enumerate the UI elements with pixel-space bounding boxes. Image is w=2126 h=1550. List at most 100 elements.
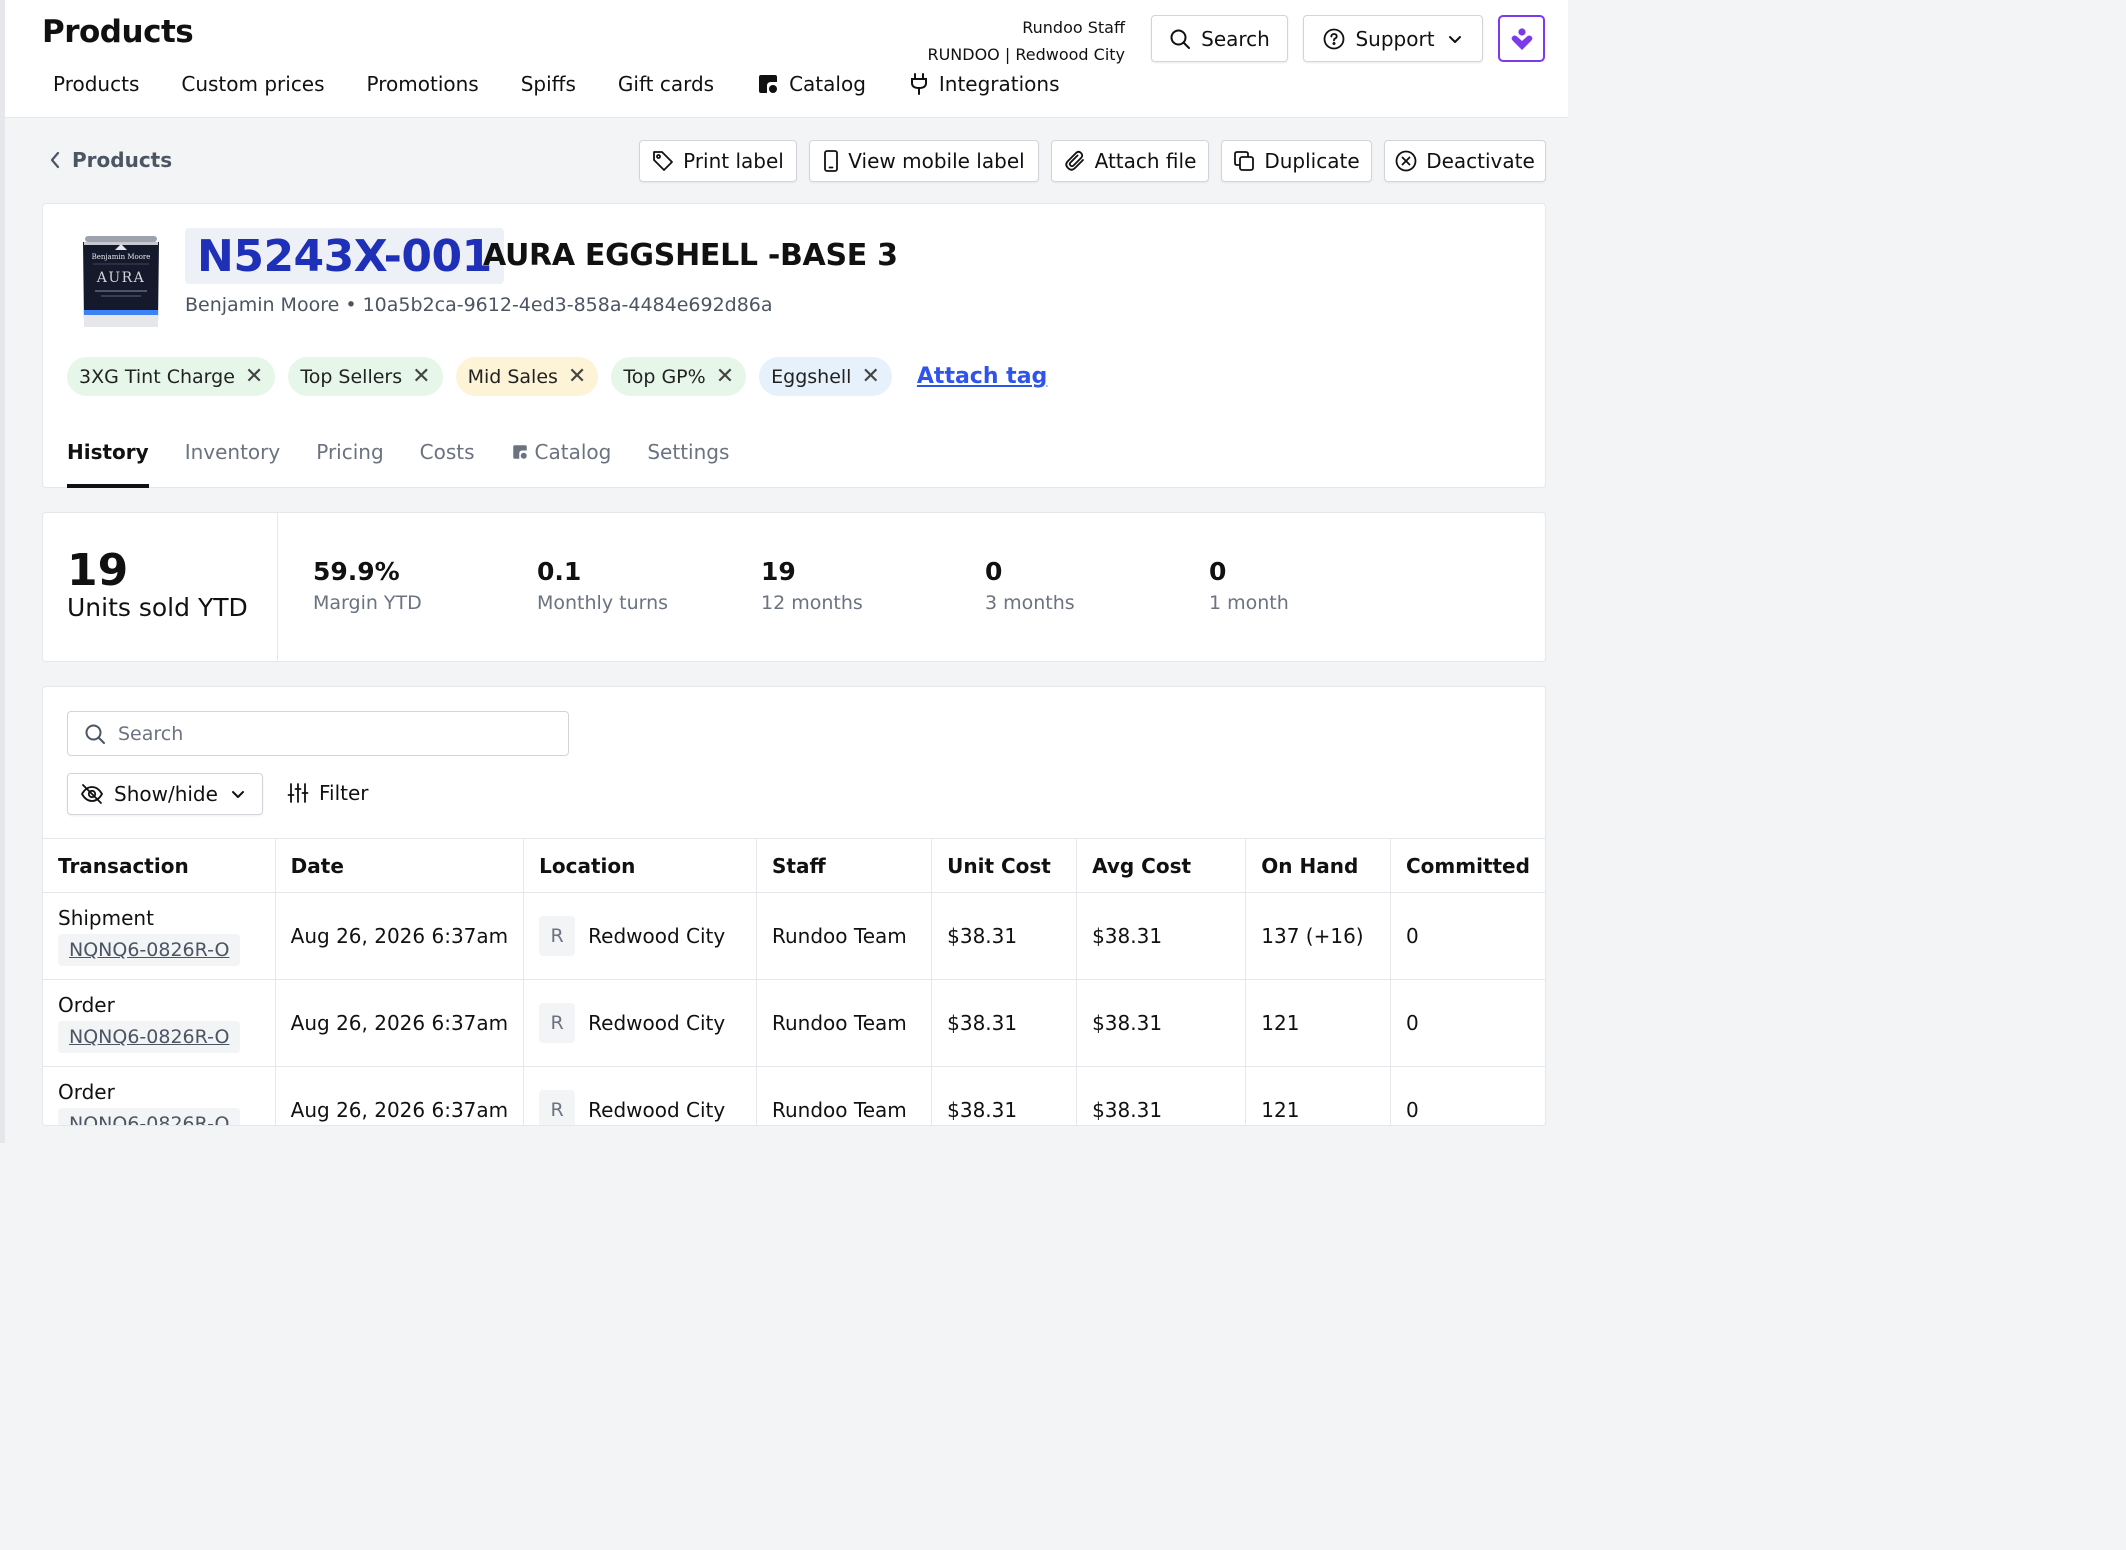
tab-history[interactable]: History <box>67 436 149 489</box>
meta-separator: • <box>339 294 363 316</box>
nav-label: Catalog <box>789 72 866 96</box>
stat-1-month: 0 1 month <box>1209 557 1289 614</box>
transaction-type: Order <box>58 993 115 1017</box>
cell-on-hand: 137 (+16) <box>1245 892 1391 980</box>
remove-tag-icon[interactable]: ✕ <box>245 365 263 388</box>
show-hide-label: Show/hide <box>114 782 218 806</box>
help-circle-icon <box>1324 28 1345 49</box>
tab-inventory[interactable]: Inventory <box>185 436 281 489</box>
stat-label: 1 month <box>1209 592 1289 614</box>
filter-button[interactable]: Filter <box>287 781 369 805</box>
stat-label: Units sold YTD <box>67 593 248 622</box>
tag-top-gp: Top GP% ✕ <box>611 357 747 396</box>
search-input[interactable] <box>118 722 558 745</box>
stat-label: 12 months <box>761 592 863 614</box>
remove-tag-icon[interactable]: ✕ <box>568 365 586 388</box>
show-hide-dropdown[interactable]: Show/hide <box>67 773 263 815</box>
cell-date: Aug 26, 2026 6:37am <box>274 892 525 980</box>
catalog-icon <box>759 75 778 93</box>
column-header-staff[interactable]: Staff <box>755 838 933 893</box>
tab-costs[interactable]: Costs <box>420 436 475 489</box>
cell-staff: Rundoo Team <box>755 1066 933 1125</box>
location-initial-badge: R <box>539 1003 576 1043</box>
nav-item-gift-cards[interactable]: Gift cards <box>618 72 714 96</box>
cell-on-hand: 121 <box>1245 979 1391 1067</box>
attach-file-button[interactable]: Attach file <box>1051 140 1209 182</box>
duplicate-button[interactable]: Duplicate <box>1221 140 1372 182</box>
product-image: Benjamin Moore AURA <box>83 236 159 327</box>
filter-label: Filter <box>319 781 369 805</box>
action-label: Duplicate <box>1264 149 1360 173</box>
stats-card: 19 Units sold YTD 59.9% Margin YTD 0.1 M… <box>42 512 1546 662</box>
attach-tag-link[interactable]: Attach tag <box>917 364 1047 389</box>
sku-badge: N5243X-001 <box>185 228 504 284</box>
product-tabs: History Inventory Pricing Costs Catalog … <box>67 436 765 489</box>
tab-pricing[interactable]: Pricing <box>316 436 383 489</box>
tag-list: 3XG Tint Charge ✕ Top Sellers ✕ Mid Sale… <box>67 357 1047 396</box>
top-header: Products Products Custom prices Promotio… <box>5 0 1568 118</box>
breadcrumb-back[interactable]: Products <box>48 148 172 172</box>
table-row: Order NQNQ6-0826R-O Aug 26, 2026 6:37am … <box>43 979 1545 1067</box>
transaction-id-link[interactable]: NQNQ6-0826R-O <box>58 934 241 966</box>
column-header-on-hand[interactable]: On Hand <box>1245 838 1391 893</box>
tab-catalog[interactable]: Catalog <box>511 436 612 489</box>
tag-3xg-tint-charge: 3XG Tint Charge ✕ <box>67 357 276 396</box>
product-meta: Benjamin Moore • 10a5b2ca-9612-4ed3-858a… <box>185 294 773 316</box>
print-label-button[interactable]: Print label <box>639 140 797 182</box>
table-header-row: Transaction Date Location Staff Unit Cos… <box>43 838 1545 893</box>
column-header-location[interactable]: Location <box>523 838 757 893</box>
left-edge <box>0 0 5 1143</box>
nav-item-promotions[interactable]: Promotions <box>367 72 479 96</box>
deactivate-button[interactable]: Deactivate <box>1384 140 1546 182</box>
cell-transaction: Shipment NQNQ6-0826R-O <box>43 892 276 980</box>
search-button[interactable]: Search <box>1151 15 1288 62</box>
tag-label: Top Sellers <box>300 365 403 388</box>
nav-item-integrations[interactable]: Integrations <box>908 72 1060 96</box>
stat-units-sold-ytd: 19 Units sold YTD <box>43 513 278 661</box>
tab-settings[interactable]: Settings <box>647 436 729 489</box>
column-header-avg-cost[interactable]: Avg Cost <box>1076 838 1247 893</box>
stat-margin-ytd: 59.9% Margin YTD <box>313 557 422 614</box>
nav-item-catalog[interactable]: Catalog <box>756 72 866 96</box>
tag-label: Eggshell <box>771 365 852 388</box>
location-wrap: R Redwood City <box>539 1090 741 1125</box>
action-label: Deactivate <box>1426 149 1535 173</box>
product-uuid: 10a5b2ca-9612-4ed3-858a-4484e692d86a <box>362 294 773 316</box>
support-label: Support <box>1355 26 1435 51</box>
cell-staff: Rundoo Team <box>755 892 933 980</box>
chevron-down-icon <box>231 791 244 798</box>
stat-label: Margin YTD <box>313 592 422 614</box>
support-dropdown[interactable]: Support <box>1303 15 1483 62</box>
cell-transaction: Order NQNQ6-0826R-O <box>43 979 276 1067</box>
nav-label: Gift cards <box>617 72 715 96</box>
transaction-type: Order <box>58 1080 115 1104</box>
account-menu-button[interactable] <box>1498 15 1545 62</box>
search-icon <box>1170 29 1191 49</box>
transaction-id-link[interactable]: NQNQ6-0826R-O <box>58 1021 241 1053</box>
location-initial-badge: R <box>539 1090 576 1125</box>
column-header-committed[interactable]: Committed <box>1389 838 1545 893</box>
cell-transaction: Order NQNQ6-0826R-O <box>43 1066 276 1125</box>
search-icon <box>85 724 105 744</box>
nav-item-products[interactable]: Products <box>53 72 139 96</box>
stat-monthly-turns: 0.1 Monthly turns <box>537 557 668 614</box>
action-label: Attach file <box>1094 149 1197 173</box>
plug-icon <box>910 73 927 95</box>
cell-date: Aug 26, 2026 6:37am <box>274 1066 525 1125</box>
remove-tag-icon[interactable]: ✕ <box>716 365 734 388</box>
remove-tag-icon[interactable]: ✕ <box>861 365 879 388</box>
location-initial-badge: R <box>539 916 576 956</box>
stat-label: Monthly turns <box>537 592 669 614</box>
product-brand: Benjamin Moore <box>185 294 340 316</box>
nav-item-custom-prices[interactable]: Custom prices <box>181 72 324 96</box>
column-header-unit-cost[interactable]: Unit Cost <box>931 838 1078 893</box>
column-header-transaction[interactable]: Transaction <box>43 838 276 893</box>
stat-value: 0.1 <box>537 557 582 586</box>
view-mobile-label-button[interactable]: View mobile label <box>809 140 1039 182</box>
remove-tag-icon[interactable]: ✕ <box>412 365 430 388</box>
column-header-date[interactable]: Date <box>274 838 525 893</box>
transaction-id-link[interactable]: NQNQ6-0826R-O <box>58 1108 241 1125</box>
mobile-icon <box>824 150 839 172</box>
nav-item-spiffs[interactable]: Spiffs <box>521 72 576 96</box>
tab-label: Catalog <box>534 440 612 464</box>
